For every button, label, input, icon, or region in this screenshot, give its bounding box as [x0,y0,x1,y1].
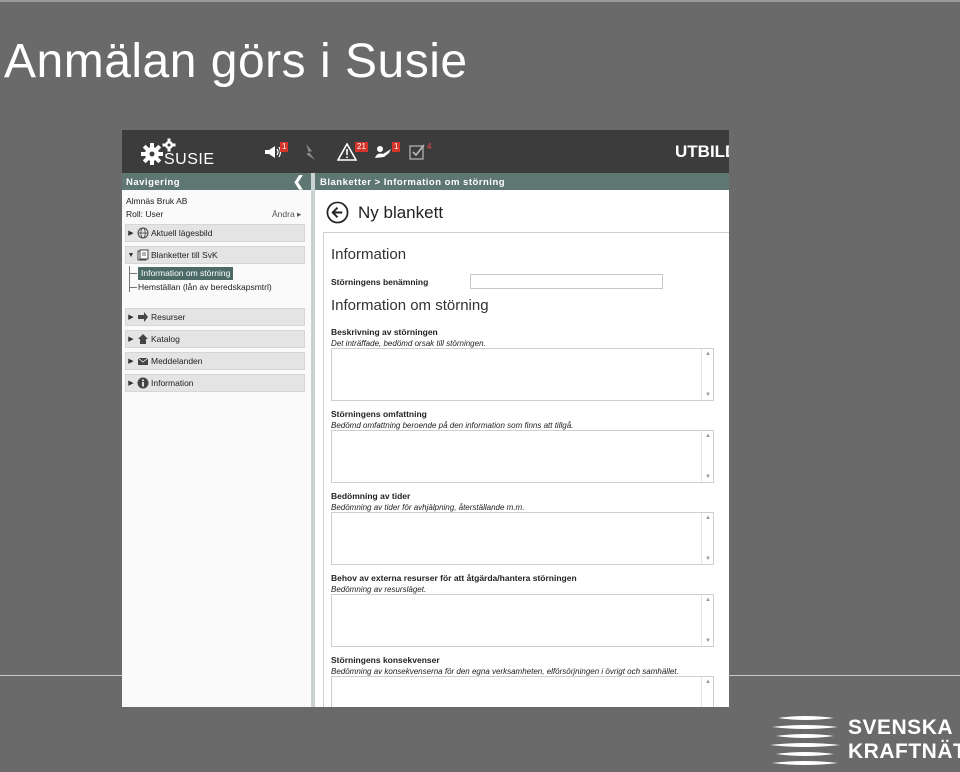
back-arrow-icon[interactable] [326,201,349,224]
expand-arrow-icon: ▶ [128,314,134,321]
arrow-icon [136,311,149,324]
nav-item-blanketter[interactable]: ▼ Blanketter till SvK [125,246,305,264]
resources-textarea[interactable]: ▲ ▼ [331,594,714,647]
field-hint: Bedömd omfattning beroende på den inform… [331,421,574,430]
section-information: Information [331,246,407,263]
subitem-information-om-storning[interactable]: Information om störning [138,267,234,280]
subitem-hemstallan[interactable]: Hemställan (lån av beredskapsmtrl) [138,281,272,294]
textarea-scrollbar[interactable]: ▲▼ [701,349,713,400]
warning-triangle-icon [337,143,357,161]
field-hint: Bedömning av tider för avhjälpning, åter… [331,503,525,512]
nav-item-resurser[interactable]: ▶ Resurser [125,308,305,326]
field-label: Störningens konsekvenser [331,655,440,665]
field-label: Bedömning av tider [331,491,411,501]
announcement-badge: 1 [280,142,289,152]
textarea-scrollbar[interactable]: ▲▼ [701,677,713,707]
section-information-om-storning: Information om störning [331,297,489,314]
tasks-button[interactable]: 4 [409,141,434,163]
nav-item-label: Information [151,378,194,388]
expand-arrow-icon: ▶ [128,380,134,387]
slide-top-line [0,0,960,2]
warning-badge: 21 [355,142,368,152]
tree-branch [129,273,137,274]
lightning-icon [306,144,315,160]
slide-title: Anmälan görs i Susie [4,35,468,88]
field-label: Behov av externa resurser för att åtgärd… [331,573,577,583]
scope-textarea[interactable]: ▲ ▼ [331,430,714,483]
announcement-button[interactable]: 1 [264,141,289,163]
collapse-nav-chevron-icon[interactable]: ❮ [293,173,305,190]
breadcrumb: Blanketter > Information om störning [315,173,729,190]
name-input[interactable] [470,274,663,289]
operation-button[interactable]: 1 [374,141,401,163]
field-label: Störningens omfattning [331,409,427,419]
name-label: Störningens benämning [331,277,429,287]
brand-line-1: SVENSKA [848,716,954,739]
collapse-arrow-icon: ▼ [127,251,135,259]
navigation-panel: Almnäs Bruk AB Roll: User Ändra ▸ ▶ Aktu… [122,190,311,707]
info-icon [136,377,149,390]
mail-icon [136,355,149,368]
operation-badge: 1 [392,142,401,152]
nav-item-label: Meddelanden [151,356,203,366]
expand-arrow-icon: ▶ [128,358,134,365]
organization-name: Almnäs Bruk AB [126,196,188,206]
nav-item-label: Blanketter till SvK [151,250,218,260]
brand-line-2: KRAFTNÄT [848,740,960,763]
nav-item-label: Katalog [151,334,180,344]
app-logo-text: SUSIE [164,151,215,168]
nav-item-information[interactable]: ▶ Information [125,374,305,392]
app-topbar: SUSIE 1 21 1 4 UTBIL [122,130,729,173]
nav-item-meddelanden[interactable]: ▶ Meddelanden [125,352,305,370]
description-textarea[interactable]: ▲ ▼ [331,348,714,401]
textarea-scrollbar[interactable]: ▲▼ [701,431,713,482]
tasks-badge: 4 [425,142,434,152]
form-title: Ny blankett [358,203,444,222]
nav-item-label: Resurser [151,312,186,322]
worker-icon [375,146,391,158]
nav-item-aktuell-lagesbild[interactable]: ▶ Aktuell lägesbild [125,224,305,242]
house-icon [136,333,149,346]
expand-arrow-icon: ▶ [128,336,134,343]
field-hint: Bedömning av konsekvenserna för den egna… [331,667,679,676]
change-role-link[interactable]: Ändra ▸ [272,209,301,220]
user-role: Roll: User [126,209,164,219]
navigation-header: Navigering ❮ [122,173,311,190]
expand-arrow-icon: ▶ [128,230,134,237]
environment-label: UTBILD [675,142,729,161]
field-label: Beskrivning av störningen [331,327,438,337]
textarea-scrollbar[interactable]: ▲▼ [701,513,713,564]
tree-line [129,266,130,292]
globe-icon [136,227,149,240]
consequences-textarea[interactable]: ▲▼ [331,676,714,707]
susie-screenshot: SUSIE 1 21 1 4 UTBIL Navigering ❮ Blanke… [122,130,729,707]
textarea-scrollbar[interactable]: ▲▼ [701,595,713,646]
tree-branch [129,287,137,288]
navigation-title: Navigering [126,177,181,188]
lightning-button[interactable] [300,141,318,163]
nav-item-katalog[interactable]: ▶ Katalog [125,330,305,348]
forms-icon [136,249,149,262]
field-hint: Bedömning av resursläget. [331,585,427,594]
times-textarea[interactable]: ▲ ▼ [331,512,714,565]
slide-divider-right [729,675,960,676]
nav-item-label: Aktuell lägesbild [151,228,213,238]
field-hint: Det inträffade, bedömd orsak till störni… [331,339,486,348]
warning-button[interactable]: 21 [337,141,368,163]
form-content: Ny blankett Information Störningens benä… [315,190,729,707]
slide-divider-left [0,675,122,676]
